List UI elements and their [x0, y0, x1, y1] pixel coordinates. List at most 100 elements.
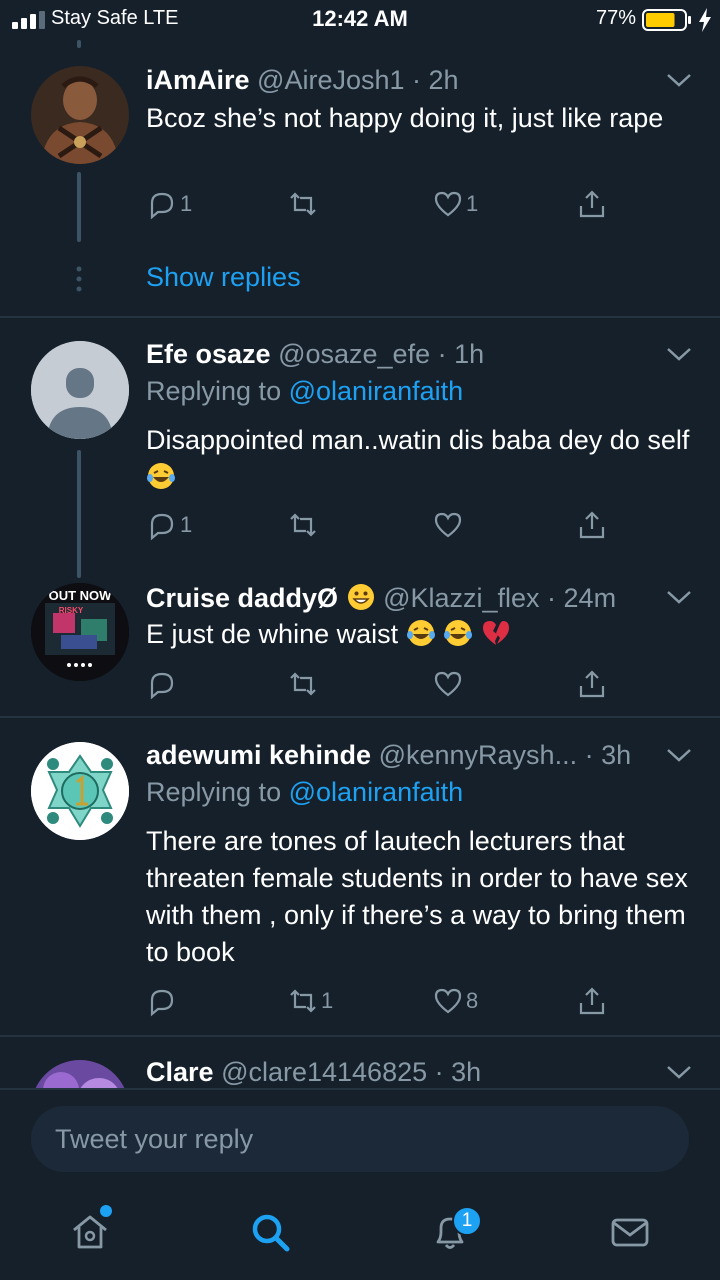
tweet-actions: [146, 666, 616, 702]
tweet-reply-input[interactable]: [31, 1106, 689, 1172]
tweet-text: There are tones of lautech lecturers tha…: [146, 826, 688, 967]
retweet-icon: [290, 513, 316, 537]
divider: [0, 716, 720, 718]
retweet-icon: [290, 192, 316, 216]
chevron-down-icon[interactable]: [666, 1064, 692, 1080]
notification-count-badge: 1: [452, 1206, 482, 1236]
share-icon: [579, 987, 605, 1015]
share-button[interactable]: [576, 666, 608, 702]
chevron-down-icon[interactable]: [666, 747, 692, 763]
reply-button[interactable]: [146, 983, 180, 1019]
handle-time: @osaze_efe · 1h: [278, 339, 485, 369]
thread-line: [77, 40, 81, 48]
like-button[interactable]: 1: [432, 186, 478, 222]
heart-icon: [434, 988, 462, 1014]
reply-icon: [150, 513, 174, 541]
mention-link[interactable]: @olaniranfaith: [289, 376, 464, 406]
reply-button[interactable]: 1: [146, 507, 192, 543]
tweet-actions: 1 1: [146, 186, 616, 222]
battery-icon: [642, 9, 691, 31]
divider: [0, 1035, 720, 1037]
search-icon: [252, 1214, 290, 1252]
share-icon: [579, 670, 605, 698]
show-replies-link[interactable]: Show replies: [146, 262, 301, 293]
chevron-down-icon[interactable]: [666, 346, 692, 362]
share-button[interactable]: [576, 507, 608, 543]
broken-heart-emoji-icon: [482, 621, 509, 645]
like-button[interactable]: [432, 507, 466, 543]
laughing-tears-emoji-icon: [444, 620, 473, 646]
tab-messages[interactable]: [600, 1202, 660, 1262]
mention-link[interactable]: @olaniranfaith: [289, 777, 464, 807]
retweet-button[interactable]: [287, 186, 321, 222]
retweet-icon: [290, 989, 316, 1013]
reply-count: 1: [180, 512, 193, 537]
avatar[interactable]: [31, 66, 129, 164]
laughing-tears-emoji-icon: [406, 620, 435, 646]
tweet-text: Disappointed man..watin dis baba dey do …: [146, 422, 698, 496]
heart-icon: [434, 512, 462, 538]
like-count: 8: [466, 988, 479, 1013]
tab-notifications[interactable]: 1: [420, 1202, 482, 1262]
tweet-header: Cruise daddyØ @Klazzi_flex · 24m: [146, 582, 616, 614]
tweet-header: Efe osaze @osaze_efe · 1h: [146, 339, 484, 370]
status-bar: Stay Safe LTE 12:42 AM 77%: [0, 0, 720, 40]
tweet-actions: 1 8: [146, 983, 616, 1019]
avatar[interactable]: [31, 742, 129, 840]
retweet-button[interactable]: 1: [287, 983, 333, 1019]
reply-icon: [150, 192, 174, 220]
thread-line: [77, 450, 81, 578]
tab-search[interactable]: [240, 1202, 300, 1262]
tweet-text-content: E just de whine waist: [146, 619, 399, 649]
replying-to: Replying to @olaniranfaith: [146, 376, 463, 407]
retweet-count: 1: [321, 988, 334, 1013]
heart-icon: [434, 191, 462, 217]
display-name[interactable]: Efe osaze: [146, 339, 271, 369]
handle-time: @Klazzi_flex · 24m: [383, 583, 617, 613]
tweet-header: Clare @clare14146825 · 3h: [146, 1057, 481, 1088]
tweet-text-content: Disappointed man..watin dis baba dey do …: [146, 425, 690, 455]
share-button[interactable]: [576, 186, 608, 222]
like-button[interactable]: 8: [432, 983, 478, 1019]
reply-button[interactable]: [146, 666, 180, 702]
replying-label: Replying to: [146, 376, 282, 406]
avatar[interactable]: OUT NOW RISKY: [31, 583, 129, 681]
laughing-tears-emoji-icon: [147, 463, 175, 489]
grinning-face-emoji-icon: [347, 584, 374, 610]
heart-icon: [434, 671, 462, 697]
handle-time: @AireJosh1 · 2h: [257, 65, 459, 95]
divider: [0, 316, 720, 318]
like-count: 1: [466, 191, 479, 216]
tweet-header: adewumi kehinde @kennyRaysh... · 3h: [146, 740, 631, 771]
display-name[interactable]: adewumi kehinde: [146, 740, 371, 770]
handle-time: @kennyRaysh... · 3h: [378, 740, 632, 770]
reply-button[interactable]: 1: [146, 186, 192, 222]
share-button[interactable]: [576, 983, 608, 1019]
thread-line: [77, 172, 81, 242]
tweet-text: Bcoz she’s not happy doing it, just like…: [146, 103, 664, 133]
share-icon: [579, 511, 605, 539]
display-name[interactable]: Cruise daddyØ: [146, 583, 338, 613]
ellipsis-vertical-icon: [76, 266, 82, 292]
battery-percent: 77%: [595, 7, 636, 29]
reply-icon: [150, 989, 174, 1017]
tweet-header: iAmAire @AireJosh1 · 2h: [146, 65, 459, 96]
chevron-down-icon[interactable]: [666, 589, 692, 605]
display-name[interactable]: Clare: [146, 1057, 214, 1087]
display-name[interactable]: iAmAire: [146, 65, 250, 95]
chevron-down-icon[interactable]: [666, 72, 692, 88]
handle-time: @clare14146825 · 3h: [221, 1057, 482, 1087]
retweet-icon: [290, 672, 316, 696]
tab-bar: 1: [0, 1188, 720, 1280]
like-button[interactable]: [432, 666, 466, 702]
tab-home[interactable]: [60, 1202, 120, 1262]
reply-icon: [150, 672, 174, 700]
charging-icon: [699, 8, 711, 32]
mail-icon: [611, 1218, 649, 1247]
retweet-button[interactable]: [287, 666, 321, 702]
avatar[interactable]: [31, 341, 129, 439]
avatar-text-risky: RISKY: [59, 606, 84, 615]
replying-label: Replying to: [146, 777, 282, 807]
retweet-button[interactable]: [287, 507, 321, 543]
reply-bar: [0, 1088, 720, 1188]
